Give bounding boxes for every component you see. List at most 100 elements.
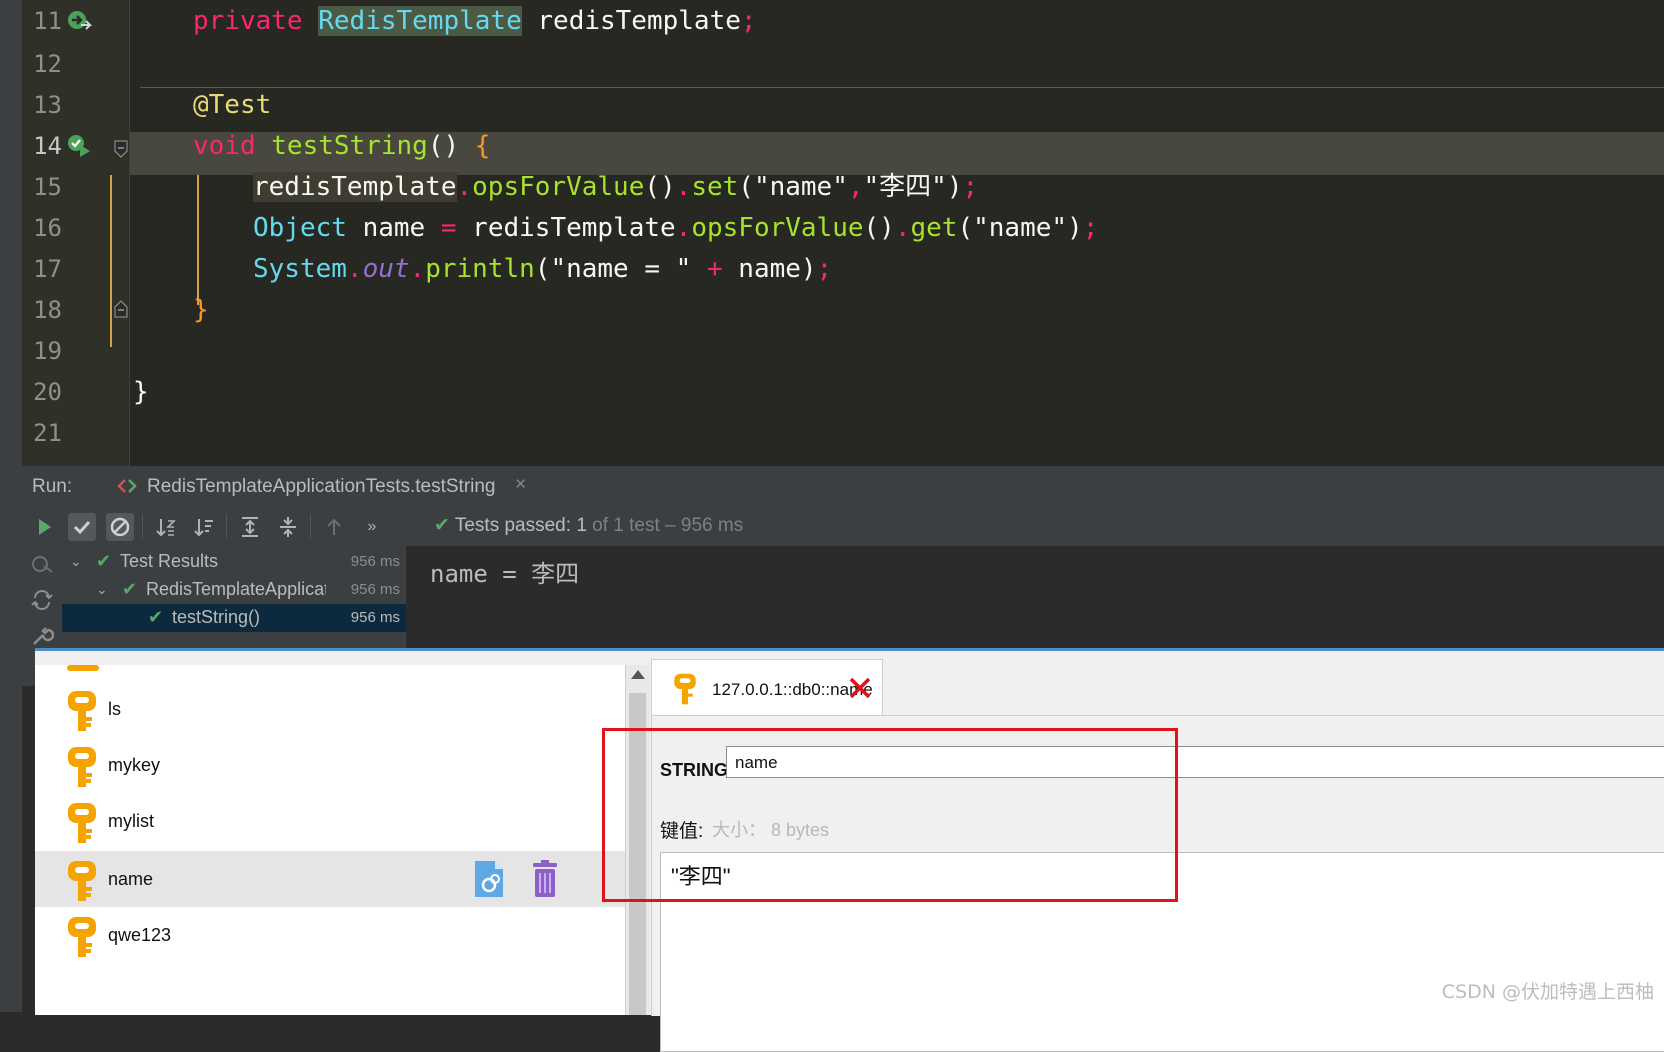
previous-failed-icon[interactable] — [320, 513, 348, 541]
identifier: redisTemplate — [253, 172, 457, 202]
sort-duration-icon[interactable] — [190, 513, 218, 541]
method-separator — [140, 87, 1664, 88]
run-tab[interactable]: RedisTemplateApplicationTests.testString… — [97, 466, 543, 509]
key-tab[interactable]: 127.0.0.1::db0::name — [651, 659, 883, 716]
test-class-icon — [117, 479, 137, 493]
line-number: 19 — [33, 337, 62, 365]
code-line-15[interactable]: redisTemplate.opsForValue().set("name","… — [253, 166, 978, 209]
ignored-icon — [110, 517, 130, 537]
key-row-selected[interactable]: name — [35, 851, 625, 907]
identifier: name — [362, 213, 426, 243]
highlight-annotation-box — [602, 728, 1178, 902]
trash-icon[interactable] — [527, 859, 563, 899]
code-line-13[interactable]: @Test — [193, 84, 271, 127]
code-line-17[interactable]: System.out.println("name = " + name); — [253, 248, 832, 291]
semicolon: ; — [962, 172, 979, 202]
chevron-down-icon[interactable]: ⌄ — [70, 553, 82, 570]
comma: , — [847, 172, 864, 202]
keyword: void — [193, 131, 256, 161]
method-call: opsForValue — [472, 172, 645, 202]
code-line-14[interactable]: void testString() { — [193, 125, 490, 168]
show-ignored-toggle[interactable] — [106, 513, 134, 541]
test-status: ✔ Tests passed: 1 of 1 test – 956 ms — [434, 514, 743, 537]
expand-all-icon[interactable] — [236, 513, 264, 541]
brace: } — [133, 377, 149, 407]
parens: () — [644, 172, 676, 202]
key-icon — [674, 673, 696, 705]
key-row[interactable]: qwe123 — [35, 907, 625, 963]
key-list: ls mykey mylist name qwe123 — [35, 665, 625, 1015]
passed-check-icon: ✔ — [148, 607, 164, 627]
code-line-18[interactable]: } — [193, 289, 209, 332]
line-number: 17 — [33, 255, 62, 283]
paren: ( — [534, 254, 551, 284]
line-number: 16 — [33, 214, 62, 242]
chevron-down-icon[interactable]: ⌄ — [96, 581, 108, 598]
rerun-failed-icon[interactable] — [30, 588, 54, 612]
parens: () — [427, 131, 460, 161]
operator: + — [706, 254, 723, 284]
copy-key-icon[interactable] — [471, 859, 507, 899]
sort-alpha-icon[interactable] — [152, 513, 180, 541]
tree-node-label: testString() — [172, 607, 261, 627]
toggle-auto-test-icon[interactable] — [30, 552, 54, 576]
line-number: 20 — [33, 378, 62, 406]
key-row[interactable]: mylist — [35, 793, 625, 849]
more-actions-icon[interactable]: » — [358, 513, 386, 541]
close-icon[interactable] — [848, 676, 872, 700]
identifier: name — [738, 254, 801, 284]
code-line-11[interactable]: private RedisTemplate redisTemplate; — [193, 0, 757, 43]
change-marker — [110, 175, 112, 347]
key-row[interactable]: ls — [35, 681, 625, 737]
keyword: private — [193, 6, 303, 36]
close-tab-icon[interactable]: × — [515, 474, 526, 496]
line-number: 18 — [33, 296, 62, 324]
fold-close-icon[interactable] — [114, 300, 128, 318]
tree-node-time: 956 ms — [350, 609, 400, 626]
string-literal: "name = " — [550, 254, 692, 284]
type-name: Object — [253, 213, 347, 243]
check-icon — [73, 520, 91, 535]
collapse-all-icon[interactable] — [274, 513, 302, 541]
code-line-16[interactable]: Object name = redisTemplate.opsForValue(… — [253, 207, 1098, 250]
line-number: 14 — [33, 132, 62, 160]
dot: . — [675, 172, 692, 202]
key-name: ls — [108, 699, 121, 719]
method-call: set — [691, 172, 739, 202]
key-icon — [68, 803, 96, 843]
key-name: name — [108, 869, 154, 889]
semicolon: ; — [740, 6, 757, 36]
line-number: 13 — [33, 91, 62, 119]
show-passed-toggle[interactable] — [68, 513, 96, 541]
fold-open-icon[interactable] — [114, 140, 128, 158]
parens: () — [863, 213, 895, 243]
settings-wrench-icon[interactable] — [30, 624, 54, 648]
dot: . — [675, 213, 692, 243]
paren: ) — [800, 254, 817, 284]
status-count: 1 — [576, 515, 587, 536]
code-line-20[interactable]: } — [133, 371, 149, 414]
tree-node-time: 956 ms — [350, 581, 400, 598]
semicolon: ; — [1082, 213, 1099, 243]
brace: { — [474, 131, 491, 161]
run-test-icon[interactable] — [66, 132, 92, 158]
console-text: name = 李四 — [430, 560, 580, 588]
tree-node-test-results[interactable]: ⌄ ✔ Test Results 956 ms — [62, 548, 406, 576]
status-prefix: Tests passed: — [454, 515, 572, 536]
identifier: redisTemplate — [537, 6, 741, 36]
code-editor[interactable]: 11 12 13 14 15 16 17 18 19 20 21 private… — [0, 0, 1664, 466]
bean-navigate-icon[interactable] — [66, 8, 92, 34]
tree-node-test-class[interactable]: ⌄ ✔ RedisTemplateApplicationTests 956 ms — [62, 576, 406, 604]
tree-node-test-method[interactable]: ✔ testString() 956 ms — [62, 604, 406, 632]
static-field: out — [362, 254, 410, 284]
key-row[interactable]: mykey — [35, 737, 625, 793]
indent-guide — [197, 175, 199, 305]
method-call: opsForValue — [691, 213, 864, 243]
key-icon — [68, 747, 96, 787]
scroll-up-arrow-icon[interactable] — [631, 670, 645, 679]
paren: ( — [957, 213, 974, 243]
passed-check-icon: ✔ — [122, 579, 138, 599]
identifier: redisTemplate — [472, 213, 676, 243]
line-number: 12 — [33, 50, 62, 78]
rerun-icon[interactable] — [30, 513, 58, 541]
